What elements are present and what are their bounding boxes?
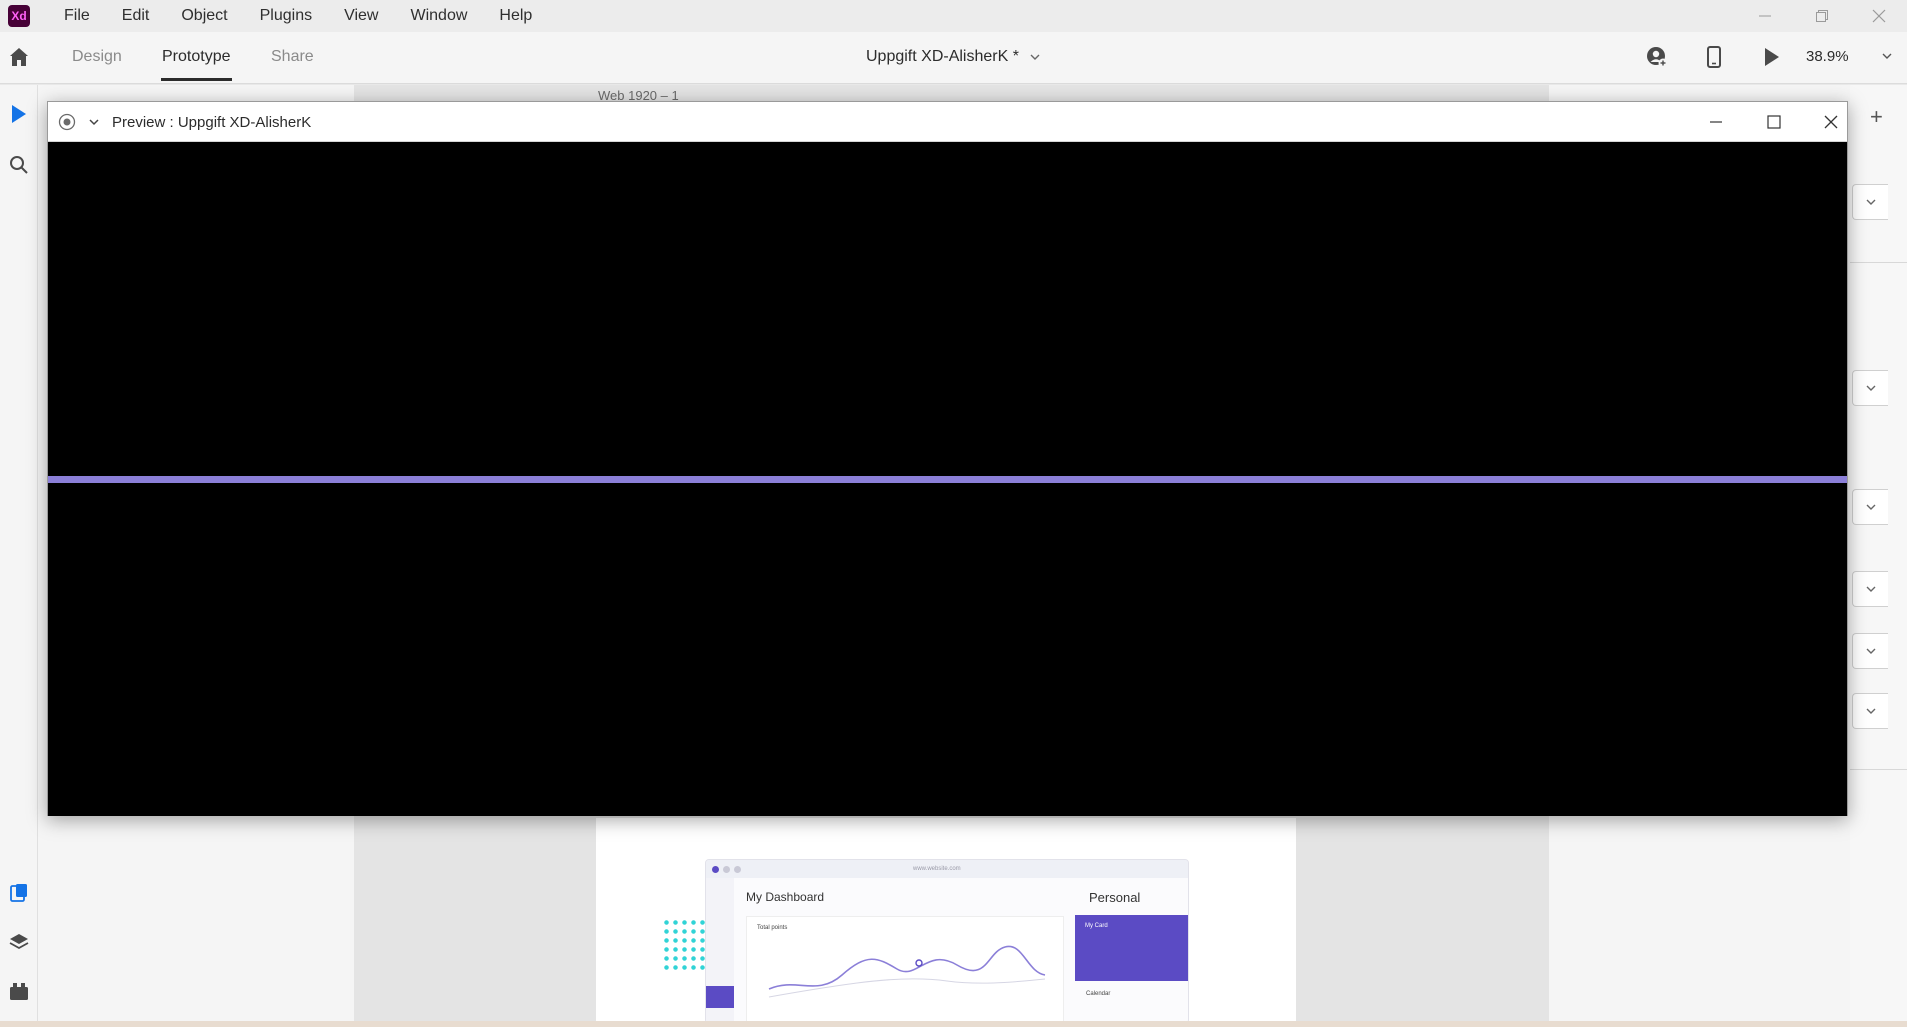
menu-items: File Edit Object Plugins View Window Hel… [64,7,564,25]
tab-design[interactable]: Design [72,48,122,66]
document-assets-icon[interactable] [8,882,30,904]
property-dropdown[interactable] [1852,184,1888,220]
layers-icon[interactable] [8,931,30,953]
chevron-down-icon [1866,708,1875,714]
minimize-icon [1758,15,1771,17]
browser-dot [723,865,730,873]
maximize-icon [1767,115,1781,129]
invite-user-icon[interactable] [1644,44,1670,70]
restore-icon [1815,10,1828,22]
dashboard-line-chart [768,945,1046,998]
window-controls [1736,0,1907,32]
preview-maximize-button[interactable] [1762,110,1786,134]
property-inspector [1850,85,1907,1027]
menu-plugins[interactable]: Plugins [260,7,312,25]
dashboard-chart: Total points [746,916,1064,1023]
tab-prototype[interactable]: Prototype [162,48,230,66]
browser-dot [734,865,741,873]
chevron-down-icon [1866,648,1875,654]
property-dropdown[interactable] [1852,370,1888,406]
property-dropdown[interactable] [1852,571,1888,607]
tab-share[interactable]: Share [271,48,314,66]
dashboard-sidebar-active [706,986,734,1008]
search-icon[interactable] [8,154,30,176]
chevron-down-icon[interactable] [88,116,100,128]
close-button[interactable] [1850,0,1907,32]
menu-view[interactable]: View [344,7,378,25]
menu-bar: Xd File Edit Object Plugins View Window … [0,0,1907,32]
minimize-icon [1710,121,1722,123]
document-title-text: Uppgift XD-AlisherK * [866,48,1019,65]
preview-minimize-button[interactable] [1704,110,1728,134]
zoom-level[interactable]: 38.9% [1806,48,1849,65]
preview-close-button[interactable] [1819,110,1843,134]
dashboard-personal: Personal [1089,890,1141,905]
preview-titlebar[interactable]: Preview : Uppgift XD-AlisherK [48,102,1847,142]
dashboard-url: www.website.com [913,866,961,872]
home-icon[interactable] [8,46,30,68]
left-tool-strip [0,85,38,1027]
preview-window[interactable]: Preview : Uppgift XD-AlisherK [47,101,1848,816]
chevron-down-icon [1866,504,1875,510]
select-tool-icon[interactable] [8,103,30,125]
document-title[interactable]: Uppgift XD-AlisherK * [866,48,1041,66]
close-icon [1824,115,1838,129]
active-tab-indicator [161,78,232,81]
plugins-icon[interactable] [8,980,30,1002]
app-logo: Xd [8,5,30,27]
menu-help[interactable]: Help [499,7,532,25]
property-dropdown[interactable] [1852,633,1888,669]
minimize-button[interactable] [1736,0,1793,32]
panel-divider [1850,262,1907,263]
chevron-down-icon [1866,385,1875,391]
menu-window[interactable]: Window [410,7,467,25]
panel-divider [1850,769,1907,770]
property-dropdown[interactable] [1852,489,1888,525]
dashboard-browser-bar: www.website.com [706,860,1188,878]
bottom-strip [0,1021,1907,1027]
decorative-dots [662,918,706,974]
chevron-down-icon [1030,54,1040,60]
add-icon[interactable]: + [1870,104,1883,130]
chevron-down-icon [1866,586,1875,592]
device-preview-icon[interactable] [1701,44,1727,70]
menu-object[interactable]: Object [181,7,227,25]
menu-edit[interactable]: Edit [122,7,150,25]
dashboard-my-card: My Card [1075,915,1188,981]
dashboard-calendar: Calendar [1086,991,1111,997]
menu-file[interactable]: File [64,7,90,25]
dashboard-title: My Dashboard [746,890,825,904]
chevron-down-icon [1866,199,1875,205]
record-icon[interactable] [58,113,76,131]
toolbar: Design Prototype Share Uppgift XD-Alishe… [0,32,1907,84]
dashboard-thumbnail: www.website.com My Dashboard Personal To… [705,859,1189,1024]
restore-button[interactable] [1793,0,1850,32]
zoom-chevron-down-icon[interactable] [1881,50,1893,62]
play-icon[interactable] [1758,44,1784,70]
browser-dot [712,865,719,873]
preview-title: Preview : Uppgift XD-AlisherK [112,114,312,131]
preview-content[interactable] [48,142,1847,816]
close-icon [1872,9,1885,23]
property-dropdown[interactable] [1852,693,1888,729]
preview-accent-line [48,476,1847,483]
dashboard-my-card-label: My Card [1085,923,1108,929]
